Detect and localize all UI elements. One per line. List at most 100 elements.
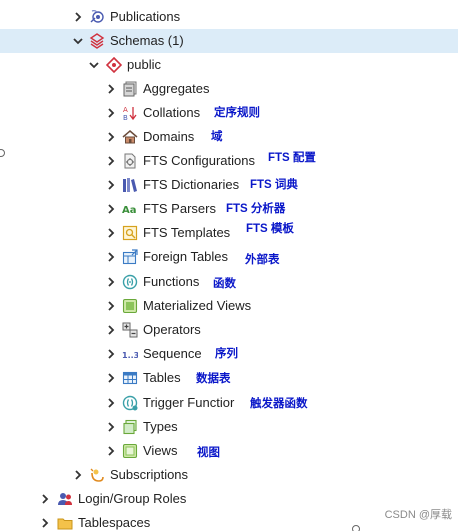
tree-node-foreign-tables[interactable]: Foreign Tables 外部表: [0, 245, 458, 269]
tree-node-schemas[interactable]: Schemas (1): [0, 29, 458, 53]
chevron-right-icon[interactable]: [73, 470, 83, 480]
tree-node-label: Aggregates: [143, 81, 210, 96]
chevron-right-icon[interactable]: [106, 349, 116, 359]
tree-node-label: Operators: [143, 322, 201, 337]
tree-node-label: FTS Parsers: [143, 201, 216, 216]
fts-configuration-icon: [122, 153, 138, 169]
tree-node-label: Views: [143, 443, 178, 458]
annotation-note: FTS 配置: [268, 152, 316, 164]
annotation-note: 视图: [197, 447, 220, 459]
tree-node-fts-templates[interactable]: FTS Templates FTS 模板: [0, 221, 458, 245]
operators-icon: [122, 322, 138, 338]
panel-edge-handle: [352, 525, 360, 531]
annotation-note: 定序规则: [214, 107, 260, 119]
tree-node-label: Foreign Tables: [143, 249, 229, 264]
chevron-right-icon[interactable]: [106, 301, 116, 311]
svg-text:B: B: [123, 114, 128, 121]
tree-node-label: FTS Dictionaries: [143, 177, 240, 192]
schema-icon: [106, 57, 122, 73]
tree-node-trigger-functions[interactable]: Trigger Functior 触发器函数: [0, 391, 458, 415]
chevron-right-icon[interactable]: [106, 84, 116, 94]
tree-node-views[interactable]: Views 视图: [0, 439, 458, 463]
chevron-right-icon[interactable]: [106, 373, 116, 383]
foreign-table-icon: [122, 249, 138, 265]
tree-node-materialized-views[interactable]: Materialized Views: [0, 294, 458, 318]
tree-node-operators[interactable]: Operators: [0, 318, 458, 342]
annotation-note: 序列: [215, 348, 238, 360]
chevron-right-icon[interactable]: [106, 398, 116, 408]
tree-node-label: public: [127, 57, 161, 72]
tree-node-label: Publications: [110, 9, 181, 24]
tree-node-public[interactable]: public: [0, 53, 458, 77]
schemas-icon: [89, 33, 105, 49]
tree-node-label: Subscriptions: [110, 467, 189, 482]
tablespace-folder-icon: [57, 515, 73, 531]
tree-node-label: Collations: [143, 105, 201, 120]
views-icon: [122, 443, 138, 459]
tree-node-label: Materialized Views: [143, 298, 252, 313]
annotation-note: 外部表: [245, 254, 280, 266]
tree-node-domains[interactable]: Domains 域: [0, 125, 458, 149]
tree-node-label: Tablespaces: [78, 515, 151, 530]
tree-node-sequence[interactable]: 1..3 Sequence 序列: [0, 342, 458, 366]
svg-text:Aa: Aa: [122, 205, 137, 216]
tables-icon: [122, 370, 138, 386]
chevron-right-icon[interactable]: [106, 277, 116, 287]
chevron-right-icon[interactable]: [106, 204, 116, 214]
chevron-right-icon[interactable]: [40, 494, 50, 504]
trigger-function-icon: [122, 395, 138, 411]
annotation-note: FTS 词典: [250, 179, 298, 191]
tree-node-label: Trigger Functior: [143, 395, 235, 410]
tree-node-aggregates[interactable]: Aggregates: [0, 77, 458, 101]
collations-icon: A B: [122, 105, 138, 121]
fts-parser-icon: Aa: [122, 201, 138, 217]
chevron-right-icon[interactable]: [106, 108, 116, 118]
tree-node-publications[interactable]: Publications: [0, 5, 458, 29]
subscription-icon: [89, 467, 105, 483]
tree-node-label: Functions: [143, 274, 200, 289]
fts-dictionary-icon: [122, 177, 138, 193]
chevron-down-icon[interactable]: [89, 60, 99, 70]
tree-node-fts-parsers[interactable]: Aa FTS Parsers FTS 分析器: [0, 197, 458, 221]
tree-node-label: FTS Templates: [143, 225, 231, 240]
svg-text:1..3: 1..3: [122, 351, 138, 360]
tree-node-tables[interactable]: Tables 数据表: [0, 366, 458, 390]
annotation-note: 数据表: [196, 373, 231, 385]
svg-text:A: A: [123, 106, 128, 114]
publication-icon: [89, 9, 105, 25]
chevron-right-icon[interactable]: [106, 446, 116, 456]
tree-node-fts-dictionaries[interactable]: FTS Dictionaries FTS 词典: [0, 173, 458, 197]
tree-node-label: Domains: [143, 129, 195, 144]
annotation-note: FTS 模板: [246, 223, 294, 235]
chevron-right-icon[interactable]: [106, 228, 116, 238]
sequence-icon: 1..3: [122, 346, 138, 362]
chevron-down-icon[interactable]: [73, 36, 83, 46]
tree-node-fts-configurations[interactable]: FTS Configurations FTS 配置: [0, 149, 458, 173]
login-roles-icon: [57, 491, 73, 507]
tree-node-label: Login/Group Roles: [78, 491, 187, 506]
tree-node-label: Schemas (1): [110, 33, 184, 48]
annotation-note: 域: [211, 131, 223, 143]
chevron-right-icon[interactable]: [106, 156, 116, 166]
chevron-right-icon[interactable]: [73, 12, 83, 22]
tree-node-label: FTS Configurations: [143, 153, 255, 168]
chevron-right-icon[interactable]: [106, 252, 116, 262]
domains-icon: [122, 129, 138, 145]
chevron-right-icon[interactable]: [106, 180, 116, 190]
tree-node-subscriptions[interactable]: Subscriptions: [0, 463, 458, 487]
types-icon: [122, 419, 138, 435]
tree-node-functions[interactable]: Functions 函数: [0, 270, 458, 294]
watermark: CSDN @厚载: [384, 509, 452, 521]
chevron-right-icon[interactable]: [106, 132, 116, 142]
materialized-view-icon: [122, 298, 138, 314]
tree-node-label: Tables: [143, 370, 181, 385]
chevron-right-icon[interactable]: [106, 325, 116, 335]
annotation-note: 触发器函数: [250, 398, 308, 410]
chevron-right-icon[interactable]: [40, 518, 50, 528]
functions-icon: [122, 274, 138, 290]
chevron-right-icon[interactable]: [106, 422, 116, 432]
tree-node-collations[interactable]: A B Collations 定序规则: [0, 101, 458, 125]
object-browser-tree: Publications Schemas (1) public Aggregat…: [0, 0, 458, 531]
tree-node-label: Types: [143, 419, 178, 434]
tree-node-types[interactable]: Types: [0, 415, 458, 439]
